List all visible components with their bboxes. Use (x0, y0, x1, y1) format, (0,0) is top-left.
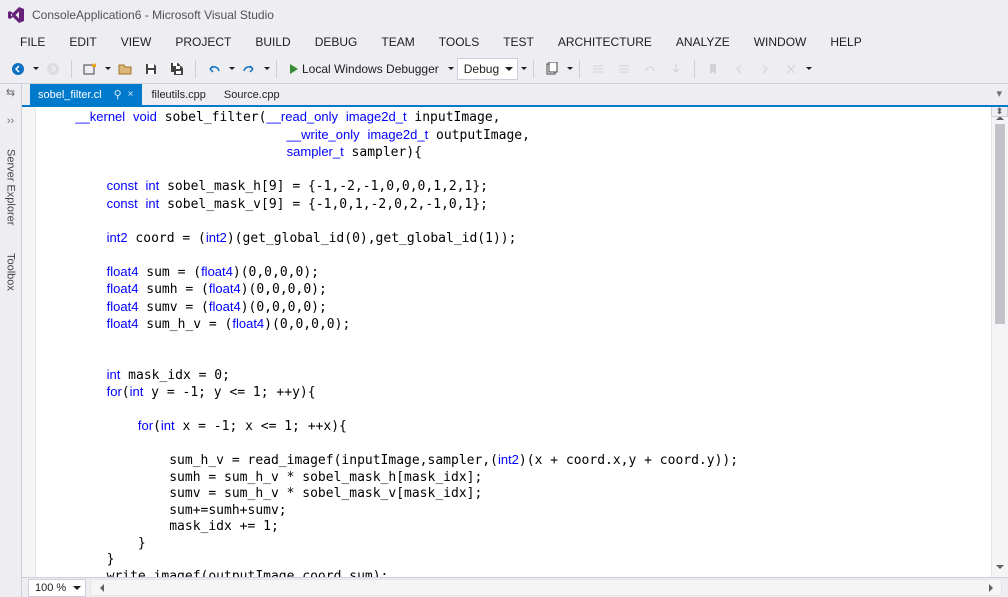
menu-build[interactable]: BUILD (243, 31, 302, 53)
window-title: ConsoleApplication6 - Microsoft Visual S… (32, 8, 274, 22)
zoom-value: 100 % (35, 582, 66, 594)
visual-studio-icon (8, 7, 24, 23)
start-debugging-button[interactable]: Local Windows Debugger (283, 58, 446, 80)
toolbar-separator (694, 60, 695, 78)
scroll-left-icon[interactable] (91, 580, 108, 595)
code-editor[interactable]: __kernel void sobel_filter(__read_only i… (36, 107, 991, 577)
menu-window[interactable]: WINDOW (742, 31, 819, 53)
menu-tools[interactable]: TOOLS (427, 31, 491, 53)
toolbar: Local Windows Debugger Debug (0, 54, 1008, 84)
close-icon[interactable]: × (128, 89, 134, 100)
uncomment-button[interactable] (612, 58, 636, 80)
vertical-scrollbar[interactable] (991, 107, 1008, 577)
nav-forward-button[interactable] (41, 58, 65, 80)
config-label: Debug (464, 62, 499, 76)
menu-team[interactable]: TEAM (369, 31, 426, 53)
menu-file[interactable]: FILE (8, 31, 57, 53)
save-all-button[interactable] (165, 58, 189, 80)
scroll-down-icon[interactable] (992, 560, 1008, 577)
undo-button[interactable] (202, 58, 226, 80)
bookmark-button[interactable] (701, 58, 725, 80)
editor-status-row: 100 % (22, 577, 1008, 597)
open-file-button[interactable] (113, 58, 137, 80)
document-tab[interactable]: Source.cpp (216, 84, 288, 105)
document-tab[interactable]: fileutils.cpp (144, 84, 214, 105)
toolbar-overflow[interactable] (805, 58, 812, 80)
document-tab-well: sobel_filter.cl ⚲ × fileutils.cpp Source.cp… (22, 84, 1008, 107)
redo-dropdown[interactable] (263, 58, 270, 80)
zoom-select[interactable]: 100 % (28, 579, 86, 597)
menu-edit[interactable]: EDIT (57, 31, 108, 53)
editor-area: sobel_filter.cl ⚲ × fileutils.cpp Source.cp… (22, 84, 1008, 597)
new-project-button[interactable] (78, 58, 102, 80)
menu-debug[interactable]: DEBUG (303, 31, 370, 53)
find-dropdown[interactable] (566, 58, 573, 80)
server-explorer-tab[interactable]: Server Explorer (3, 143, 19, 231)
menu-analyze[interactable]: ANALYZE (664, 31, 742, 53)
comment-button[interactable] (586, 58, 610, 80)
toolbox-tab[interactable]: Toolbox (3, 247, 19, 297)
debugger-target-label: Local Windows Debugger (302, 62, 439, 76)
clear-bookmarks-button[interactable] (779, 58, 803, 80)
side-tab-well: ⇆ ›› Server Explorer Toolbox (0, 84, 22, 597)
scrollbar-thumb[interactable] (995, 124, 1005, 324)
autohide-pin-icon[interactable]: ⇆ (6, 86, 15, 99)
menubar: FILEEDITVIEWPROJECTBUILDDEBUGTEAMTOOLSTE… (0, 30, 1008, 54)
find-in-files-button[interactable] (540, 58, 564, 80)
autohide-chevron-icon[interactable]: ›› (7, 115, 14, 127)
main-area: ⇆ ›› Server Explorer Toolbox sobel_filte… (0, 84, 1008, 597)
titlebar: ConsoleApplication6 - Microsoft Visual S… (0, 0, 1008, 30)
redo-button[interactable] (237, 58, 261, 80)
tab-list-dropdown-icon[interactable]: ▾ (996, 87, 1002, 100)
toolbar-separator (276, 60, 277, 78)
next-bookmark-button[interactable] (753, 58, 777, 80)
solution-config-select[interactable]: Debug (457, 58, 518, 80)
tab-label: fileutils.cpp (152, 89, 206, 101)
menu-help[interactable]: HELP (818, 31, 873, 53)
outline-margin (22, 107, 36, 577)
play-icon (290, 64, 298, 74)
prev-bookmark-button[interactable] (727, 58, 751, 80)
toolbar-separator (579, 60, 580, 78)
nav-back-button[interactable] (6, 58, 30, 80)
toolbar-separator (195, 60, 196, 78)
toolbar-separator (71, 60, 72, 78)
code-editor-wrap: ⬍ __kernel void sobel_filter(__read_only… (22, 107, 1008, 577)
pin-icon[interactable]: ⚲ (114, 88, 122, 101)
debugger-dropdown[interactable] (448, 58, 455, 80)
new-project-dropdown[interactable] (104, 58, 111, 80)
step-into-button[interactable] (664, 58, 688, 80)
menu-view[interactable]: VIEW (109, 31, 164, 53)
horizontal-scrollbar[interactable] (90, 579, 1002, 596)
menu-project[interactable]: PROJECT (163, 31, 243, 53)
nav-back-dropdown[interactable] (32, 58, 39, 80)
tab-label: sobel_filter.cl (38, 89, 102, 101)
config-extra-dropdown[interactable] (520, 58, 527, 80)
document-tab[interactable]: sobel_filter.cl ⚲ × (30, 84, 142, 105)
toolbar-separator (533, 60, 534, 78)
undo-dropdown[interactable] (228, 58, 235, 80)
step-over-button[interactable] (638, 58, 662, 80)
menu-test[interactable]: TEST (491, 31, 546, 53)
menu-architecture[interactable]: ARCHITECTURE (546, 31, 664, 53)
save-button[interactable] (139, 58, 163, 80)
tab-label: Source.cpp (224, 89, 280, 101)
split-window-icon[interactable]: ⬍ (991, 107, 1008, 117)
scroll-right-icon[interactable] (984, 580, 1001, 595)
